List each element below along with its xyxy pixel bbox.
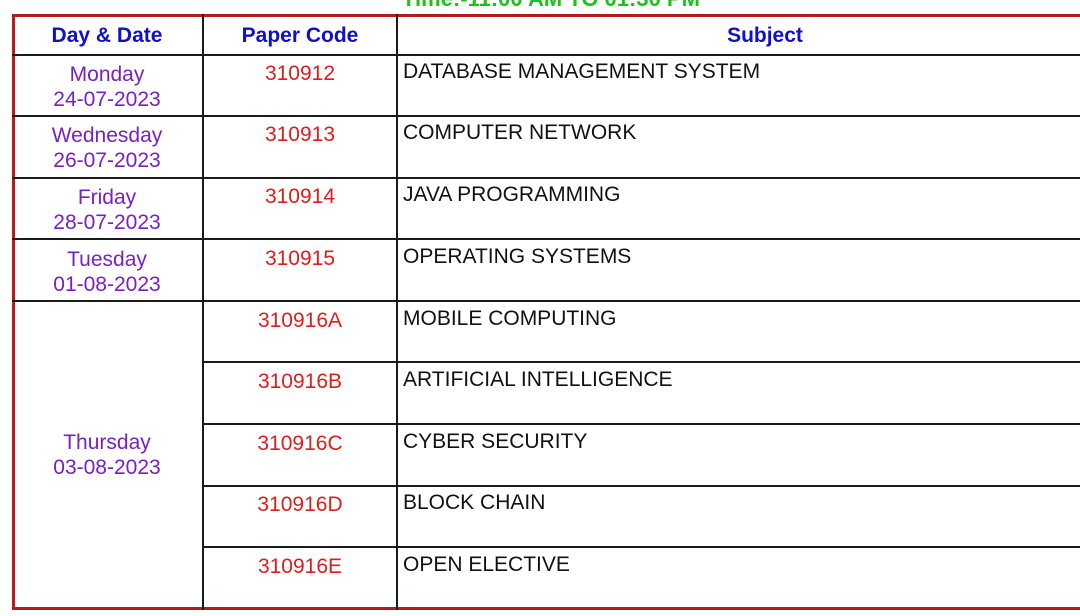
exam-date: 03-08-2023 — [53, 456, 161, 479]
row-divider — [12, 177, 1080, 179]
paper-code: 310916A — [257, 309, 343, 332]
row-divider — [12, 300, 1080, 302]
subject-name: ARTIFICIAL INTELLIGENCE — [403, 368, 673, 391]
day-date-cell: Tuesday 01-08-2023 — [12, 247, 202, 297]
subject-name: JAVA PROGRAMMING — [403, 183, 621, 206]
exam-timetable: Day & Date Paper Code Subject Monday 24-… — [12, 14, 1080, 610]
row-divider — [202, 485, 1080, 487]
paper-code: 310913 — [264, 123, 336, 146]
day-date-cell: Thursday 03-08-2023 — [12, 430, 202, 480]
paper-code: 310914 — [264, 185, 336, 208]
header-subject: Subject — [727, 24, 803, 47]
header-divider — [12, 54, 1080, 56]
subject-name: OPEN ELECTIVE — [403, 553, 570, 576]
exam-date: 24-07-2023 — [53, 88, 161, 111]
paper-code: 310916C — [257, 432, 343, 455]
row-divider — [202, 546, 1080, 548]
day-date-cell: Wednesday 26-07-2023 — [12, 123, 202, 173]
paper-code: 310915 — [264, 247, 336, 270]
exam-date: 01-08-2023 — [53, 273, 161, 296]
paper-code: 310916B — [257, 370, 343, 393]
subject-name: MOBILE COMPUTING — [403, 307, 617, 330]
subject-name: BLOCK CHAIN — [403, 491, 546, 514]
exam-time-banner: Time:-11:00 AM TO 01:30 PM — [402, 0, 722, 10]
day-name: Tuesday — [67, 248, 147, 271]
day-name: Monday — [69, 63, 145, 86]
paper-code: 310916E — [257, 555, 343, 578]
subject-name: DATABASE MANAGEMENT SYSTEM — [403, 60, 761, 83]
exam-date: 28-07-2023 — [53, 211, 161, 234]
row-divider — [12, 115, 1080, 117]
day-name: Wednesday — [51, 124, 163, 147]
day-date-cell: Friday 28-07-2023 — [12, 185, 202, 235]
subject-name: COMPUTER NETWORK — [403, 121, 637, 144]
day-name: Thursday — [63, 431, 151, 454]
subject-name: OPERATING SYSTEMS — [403, 245, 632, 268]
row-divider — [202, 423, 1080, 425]
exam-date: 26-07-2023 — [53, 149, 161, 172]
header-day-date: Day & Date — [51, 24, 163, 47]
day-date-cell: Monday 24-07-2023 — [12, 62, 202, 112]
paper-code: 310912 — [264, 62, 336, 85]
row-divider — [12, 238, 1080, 240]
header-paper-code: Paper Code — [241, 24, 359, 47]
subject-name: CYBER SECURITY — [403, 430, 588, 453]
day-name: Friday — [77, 186, 137, 209]
row-divider — [202, 361, 1080, 363]
paper-code: 310916D — [257, 493, 343, 516]
